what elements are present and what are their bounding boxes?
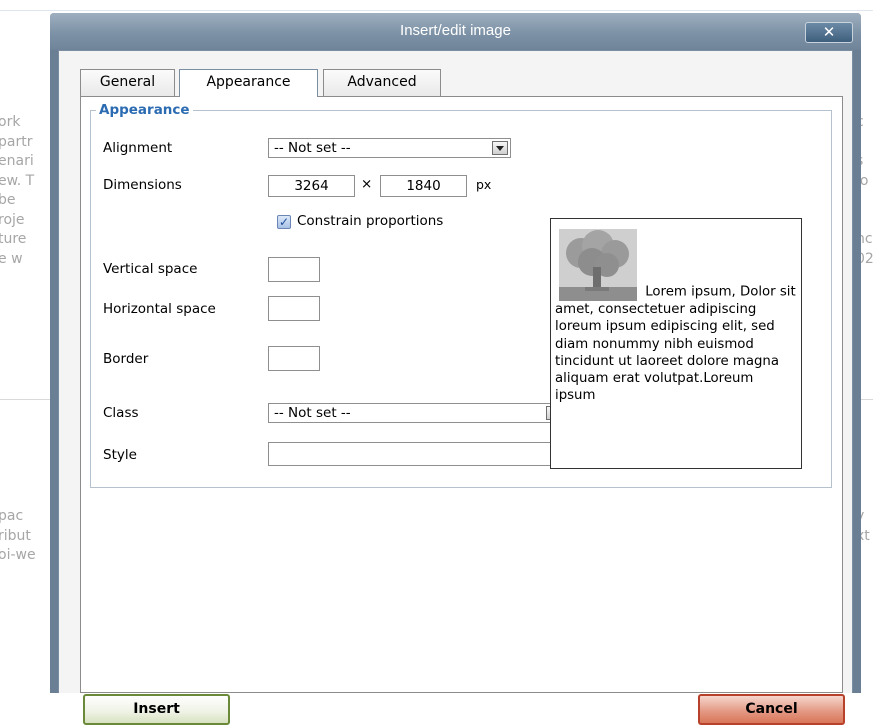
- image-preview: Lorem ipsum, Dolor sit amet, consectetue…: [550, 218, 802, 469]
- close-icon: ✕: [822, 23, 836, 41]
- background-text-left-lower: pac ribut oi-we: [0, 507, 36, 566]
- dialog-title: Insert/edit image: [400, 22, 511, 39]
- insert-button[interactable]: Insert: [83, 694, 230, 725]
- border-label: Border: [103, 351, 149, 367]
- background-text-line: be: [0, 192, 16, 208]
- background-text-line: ribut: [0, 527, 31, 544]
- background-text-line: roje: [0, 211, 25, 228]
- background-text-left: ork partr enari ew. T be roje ture e w: [0, 113, 34, 269]
- vertical-space-input[interactable]: [268, 257, 320, 282]
- background-text-line: pac: [0, 508, 24, 524]
- dialog-titlebar[interactable]: Insert/edit image ✕: [50, 13, 861, 50]
- background-top-line: [0, 10, 873, 11]
- width-input[interactable]: 3264: [268, 175, 355, 197]
- dimensions-label: Dimensions: [103, 177, 182, 193]
- chevron-down-icon[interactable]: [492, 141, 508, 155]
- preview-text: Lorem ipsum, Dolor sit amet, consectetue…: [555, 284, 796, 404]
- check-icon: ✓: [278, 215, 290, 229]
- alignment-select[interactable]: -- Not set --: [268, 138, 511, 158]
- background-text-line: oi-we: [0, 547, 36, 563]
- constrain-proportions-label: Constrain proportions: [297, 213, 444, 229]
- appearance-tab-panel: Appearance Alignment -- Not set -- Dimen…: [80, 96, 843, 693]
- class-select-value: -- Not set --: [274, 405, 351, 421]
- class-select[interactable]: -- Not set --: [268, 403, 565, 423]
- dialog-body: General Appearance Advanced Appearance A…: [58, 50, 853, 725]
- constrain-proportions-checkbox[interactable]: ✓: [277, 215, 291, 229]
- alignment-label: Alignment: [103, 140, 173, 156]
- tree-image-thumbnail: [559, 229, 637, 301]
- height-input[interactable]: 1840: [380, 175, 467, 197]
- background-text-line: enari: [0, 153, 34, 169]
- alignment-select-value: -- Not set --: [274, 140, 351, 156]
- appearance-legend: Appearance: [96, 102, 193, 118]
- background-text-line: ork: [0, 114, 21, 130]
- tab-general[interactable]: General: [80, 69, 175, 96]
- insert-edit-image-dialog: Insert/edit image ✕ General Appearance A…: [50, 13, 861, 725]
- style-label: Style: [103, 447, 137, 463]
- tab-appearance[interactable]: Appearance: [179, 69, 318, 97]
- cancel-button[interactable]: Cancel: [698, 694, 845, 725]
- border-input[interactable]: [268, 346, 320, 371]
- vertical-space-label: Vertical space: [103, 261, 198, 277]
- class-label: Class: [103, 405, 139, 421]
- background-text-line: ture: [0, 231, 27, 247]
- horizontal-space-input[interactable]: [268, 296, 320, 321]
- background-text-line: ew. T: [0, 172, 35, 189]
- dimensions-times-sign: ×: [361, 176, 373, 192]
- tree-icon: [559, 229, 637, 301]
- background-text-line: e w: [0, 250, 23, 267]
- dimensions-unit: px: [476, 177, 492, 192]
- tab-advanced[interactable]: Advanced: [323, 69, 441, 96]
- close-button[interactable]: ✕: [805, 22, 853, 43]
- horizontal-space-label: Horizontal space: [103, 301, 216, 317]
- background-text-line: partr: [0, 133, 33, 150]
